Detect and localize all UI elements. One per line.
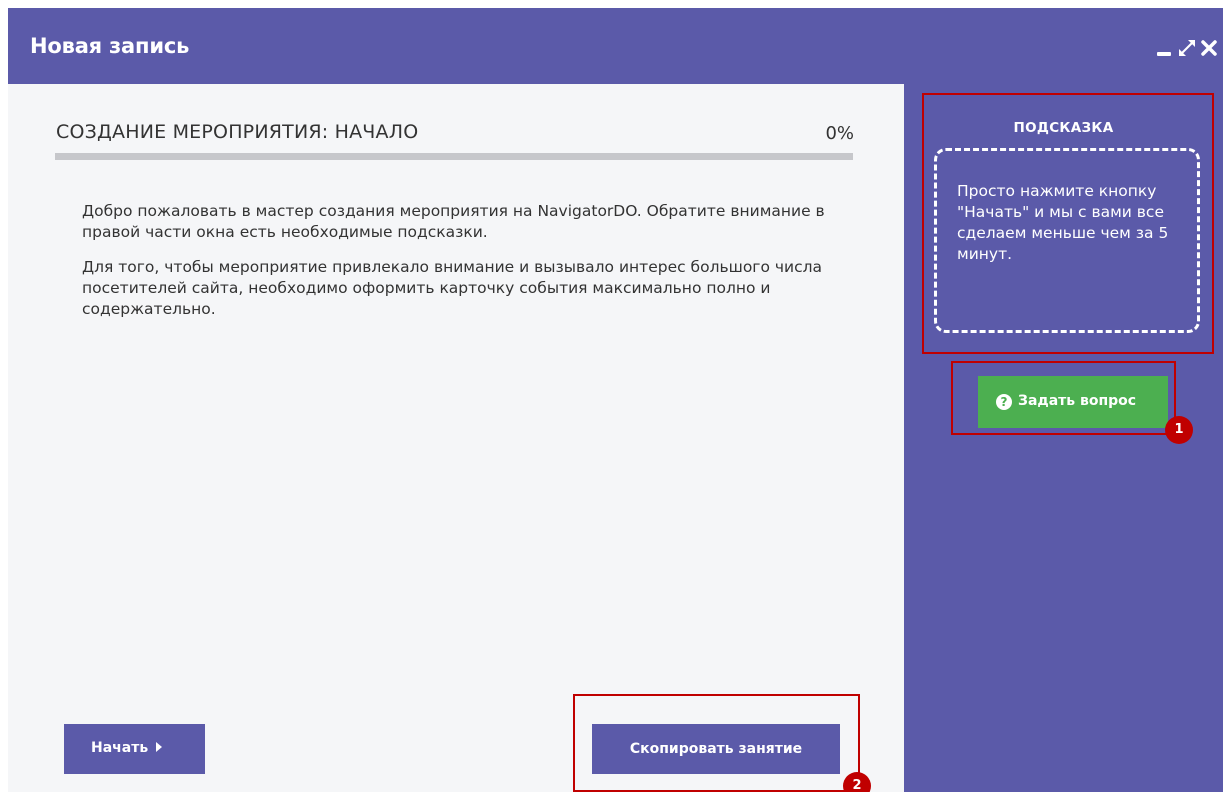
window-titlebar: Новая запись bbox=[8, 8, 1223, 84]
hint-text: Просто нажмите кнопку "Начать" и мы с ва… bbox=[957, 182, 1169, 263]
question-circle-icon: ? bbox=[996, 394, 1012, 410]
welcome-paragraph: Добро пожаловать в мастер создания мероп… bbox=[82, 202, 825, 241]
hint-title: ПОДСКАЗКА bbox=[1013, 120, 1114, 136]
progress-percent: 0% bbox=[825, 123, 854, 144]
copy-lesson-button[interactable]: Скопировать занятие bbox=[592, 724, 840, 774]
new-record-window: Новая запись СОЗДАНИЕ МЕРОПРИЯТИЯ: НАЧАЛ… bbox=[8, 8, 1223, 792]
info-paragraph: Для того, чтобы мероприятие привлекало в… bbox=[82, 258, 823, 318]
progress-bar bbox=[55, 153, 853, 160]
start-button-label: Начать bbox=[91, 740, 149, 756]
minimize-icon[interactable] bbox=[1153, 32, 1177, 62]
hint-box: Просто нажмите кнопку "Начать" и мы с ва… bbox=[934, 148, 1200, 333]
annotation-badge-2: 2 bbox=[843, 772, 871, 792]
ask-question-button[interactable]: ? Задать вопрос bbox=[978, 376, 1168, 428]
hint-sidebar: ПОДСКАЗКА Просто нажмите кнопку "Начать"… bbox=[904, 84, 1223, 792]
annotation-badge-1: 1 bbox=[1165, 416, 1193, 444]
caret-right-icon bbox=[156, 742, 162, 752]
welcome-text: Добро пожаловать в мастер создания мероп… bbox=[82, 201, 842, 334]
step-title: СОЗДАНИЕ МЕРОПРИЯТИЯ: НАЧАЛО bbox=[56, 121, 419, 143]
window-title: Новая запись bbox=[30, 34, 190, 58]
expand-icon[interactable] bbox=[1175, 32, 1199, 62]
close-icon[interactable] bbox=[1197, 32, 1221, 62]
ask-question-label: Задать вопрос bbox=[1018, 393, 1137, 409]
start-button[interactable]: Начать bbox=[64, 724, 205, 774]
wizard-content: СОЗДАНИЕ МЕРОПРИЯТИЯ: НАЧАЛО 0% Добро по… bbox=[8, 84, 904, 792]
